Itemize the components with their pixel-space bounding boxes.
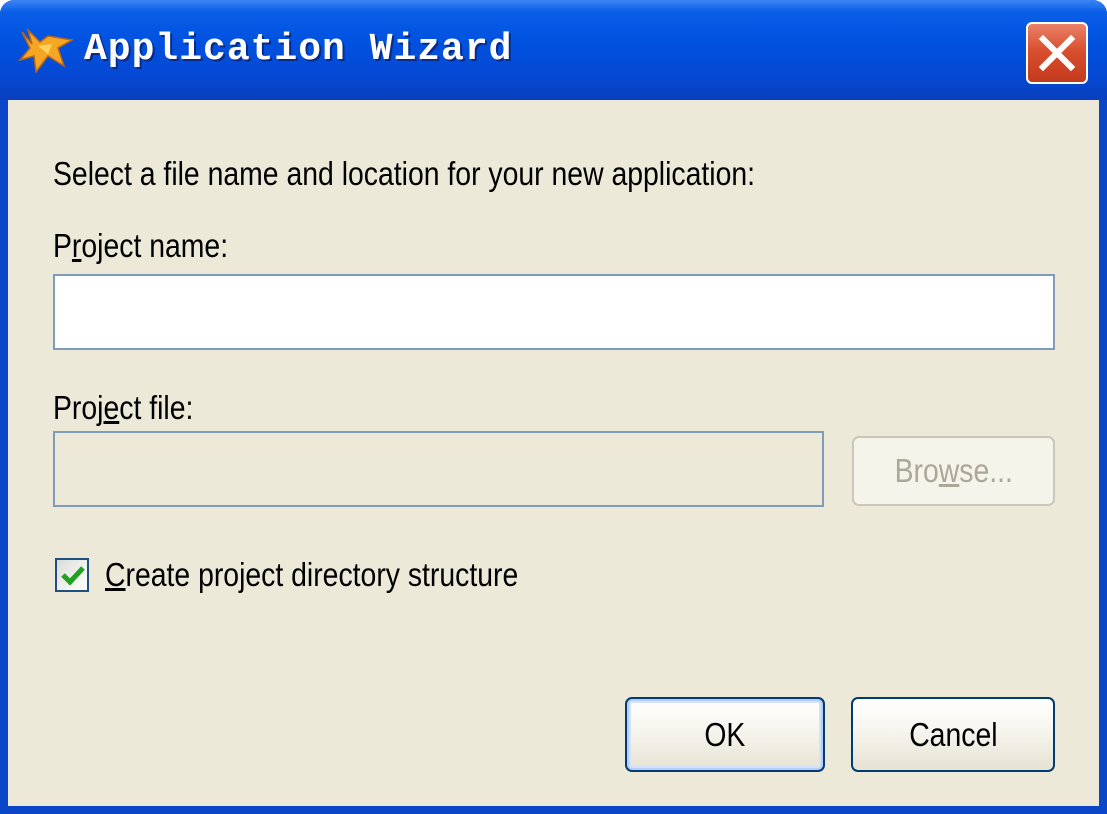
close-button[interactable] — [1026, 22, 1088, 84]
app-wizard-icon — [17, 26, 75, 78]
browse-button: Browse... — [852, 436, 1055, 506]
project-file-label: Project file: — [53, 389, 194, 426]
instruction-text: Select a file name and location for your… — [53, 155, 756, 192]
project-file-input — [53, 431, 824, 507]
ok-button[interactable]: OK — [625, 697, 825, 772]
close-icon — [1038, 34, 1076, 72]
project-name-input[interactable] — [53, 274, 1055, 350]
window-title: Application Wizard — [84, 28, 513, 71]
title-bar[interactable]: Application Wizard — [0, 0, 1107, 100]
cancel-button[interactable]: Cancel — [851, 697, 1055, 772]
project-name-label: Project name: — [53, 227, 229, 264]
create-directory-label[interactable]: Create project directory structure — [105, 556, 518, 594]
dialog-body: Select a file name and location for your… — [8, 100, 1099, 806]
checkmark-icon — [61, 566, 85, 586]
create-directory-checkbox[interactable] — [55, 558, 89, 592]
application-wizard-dialog: Application Wizard Select a file name an… — [0, 0, 1107, 814]
